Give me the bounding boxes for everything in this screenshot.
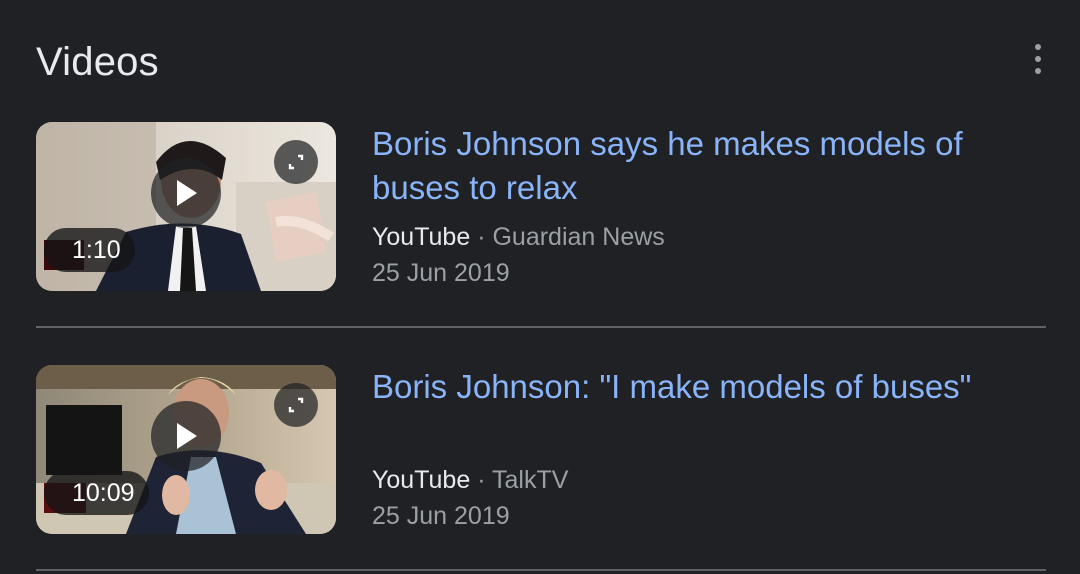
expand-button[interactable] bbox=[274, 140, 318, 184]
more-vert-icon[interactable] bbox=[1030, 44, 1046, 74]
video-info: Boris Johnson says he makes models of bu… bbox=[372, 122, 1046, 210]
more-dot bbox=[1035, 56, 1041, 62]
video-channel: TalkTV bbox=[492, 466, 569, 494]
video-title-link[interactable]: Boris Johnson says he makes models of bu… bbox=[372, 122, 1046, 210]
video-thumbnail[interactable]: 10:09 bbox=[36, 365, 336, 534]
video-result: 10:09 Boris Johnson: "I make models of b… bbox=[36, 365, 1046, 571]
more-dot bbox=[1035, 44, 1041, 50]
section-title: Videos bbox=[36, 40, 159, 84]
expand-icon bbox=[288, 154, 304, 170]
video-source: YouTube bbox=[372, 466, 471, 494]
expand-icon bbox=[288, 397, 304, 413]
expand-button[interactable] bbox=[274, 383, 318, 427]
video-meta: YouTube · Guardian News bbox=[372, 219, 665, 255]
video-source: YouTube bbox=[372, 223, 471, 251]
play-icon bbox=[177, 423, 197, 449]
play-button[interactable] bbox=[151, 401, 221, 471]
video-meta: YouTube · TalkTV bbox=[372, 462, 568, 498]
video-result: 1:10 Boris Johnson says he makes models … bbox=[36, 122, 1046, 328]
meta-separator: · bbox=[470, 466, 493, 494]
video-channel: Guardian News bbox=[492, 223, 665, 251]
video-title-link[interactable]: Boris Johnson: "I make models of buses" bbox=[372, 365, 1046, 409]
video-date: 25 Jun 2019 bbox=[372, 502, 510, 530]
more-dot bbox=[1035, 68, 1041, 74]
video-thumbnail[interactable]: 1:10 bbox=[36, 122, 336, 291]
video-date: 25 Jun 2019 bbox=[372, 259, 510, 287]
video-duration: 1:10 bbox=[44, 228, 135, 272]
section-header: Videos bbox=[36, 34, 1046, 90]
meta-separator: · bbox=[470, 223, 493, 251]
video-duration: 10:09 bbox=[44, 471, 149, 515]
play-button[interactable] bbox=[151, 158, 221, 228]
play-icon bbox=[177, 180, 197, 206]
video-info: Boris Johnson: "I make models of buses" bbox=[372, 365, 1046, 409]
videos-section: Videos 1:10 Boris Johnson says he makes … bbox=[0, 0, 1080, 574]
